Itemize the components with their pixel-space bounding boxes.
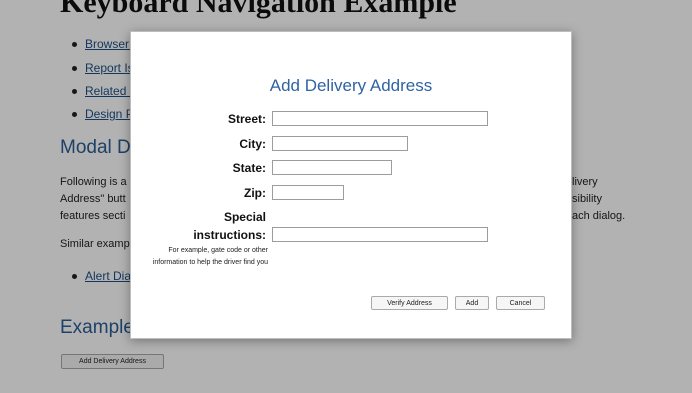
special-instructions-help: For example, gate code or other informat… — [152, 247, 268, 266]
city-input[interactable] — [272, 136, 408, 151]
dialog-title: Add Delivery Address — [269, 76, 433, 95]
special-instructions-label-line2: instructions: — [193, 228, 266, 242]
cancel-button[interactable]: Cancel — [496, 296, 545, 310]
street-input[interactable] — [272, 111, 488, 126]
special-instructions-label-line1: Special — [223, 210, 266, 224]
verify-address-button[interactable]: Verify Address — [371, 296, 448, 310]
street-label: Street: — [227, 112, 266, 126]
state-input[interactable] — [272, 160, 392, 175]
zip-input[interactable] — [272, 185, 344, 200]
city-label: City: — [239, 137, 266, 151]
special-instructions-input[interactable] — [272, 227, 488, 242]
zip-label: Zip: — [244, 186, 266, 200]
add-delivery-address-dialog: Add Delivery Address Street: City: State… — [130, 31, 572, 339]
add-button[interactable]: Add — [455, 296, 489, 310]
state-label: State: — [232, 161, 266, 175]
